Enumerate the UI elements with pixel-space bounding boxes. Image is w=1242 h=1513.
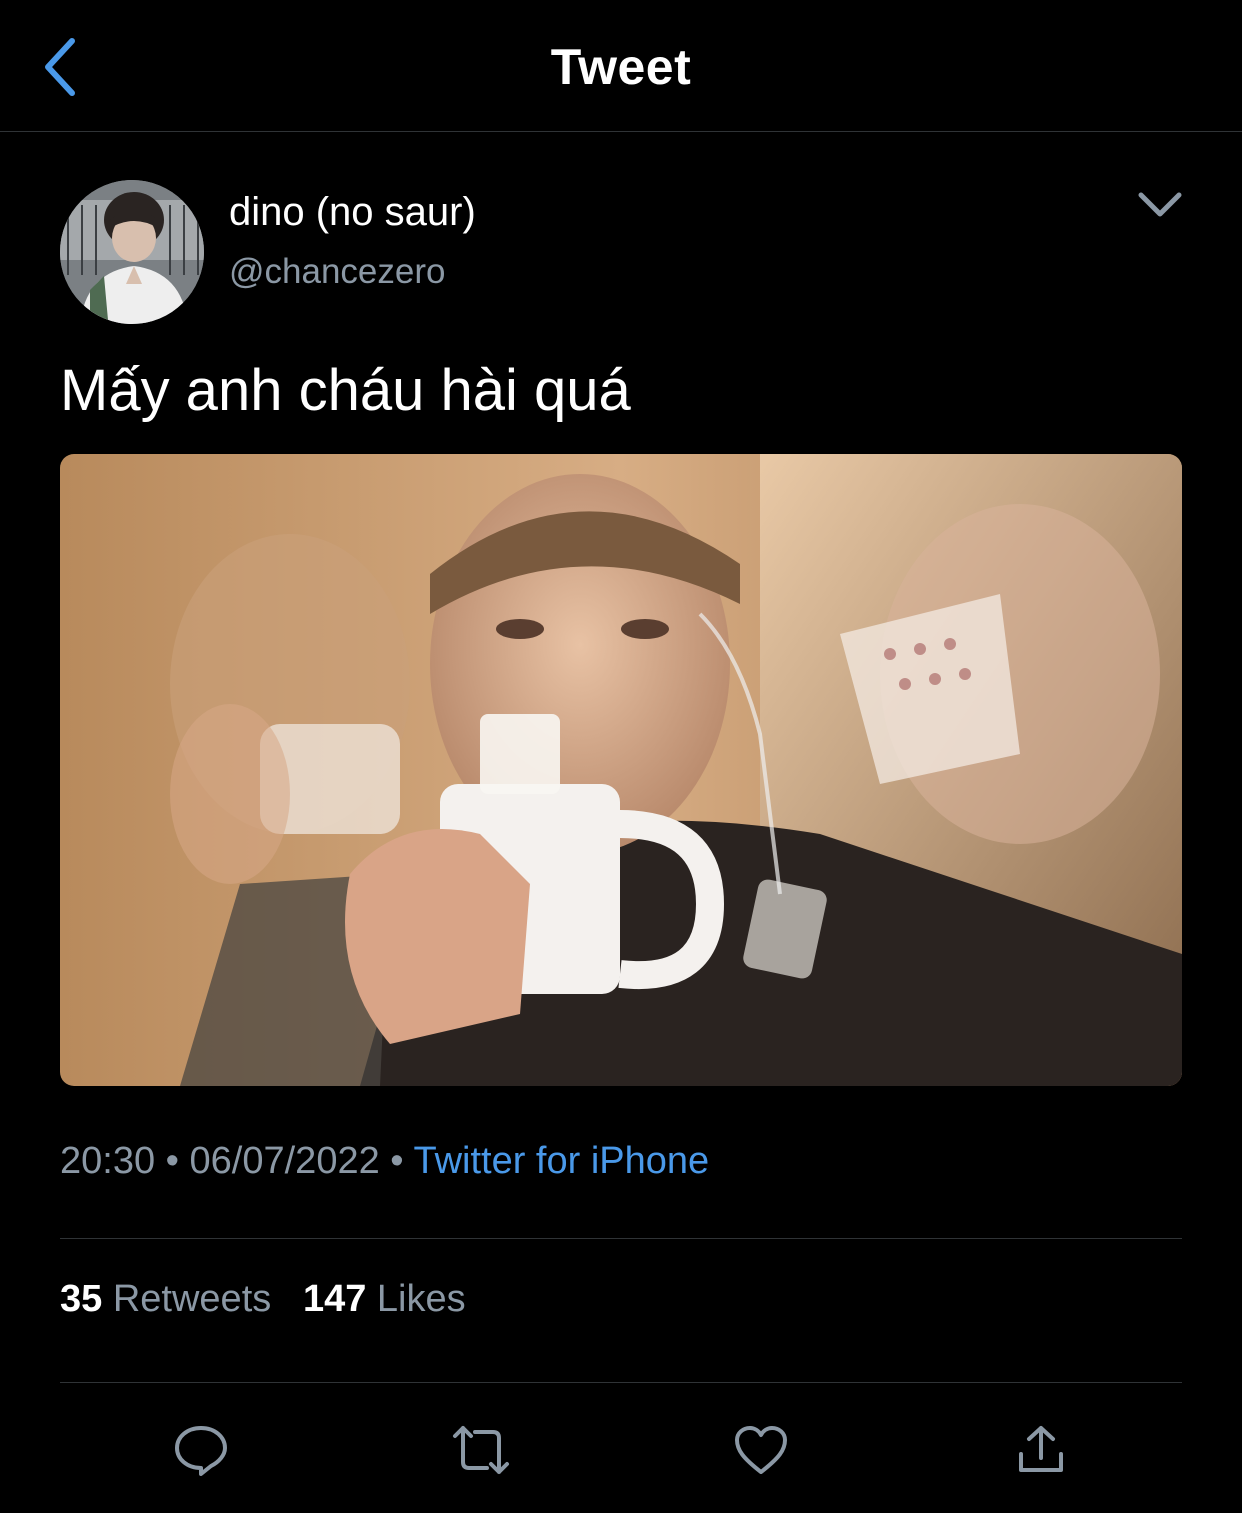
- retweets-count: 35: [60, 1278, 103, 1320]
- share-icon: [1019, 1426, 1063, 1472]
- likes-stat[interactable]: 147 Likes: [303, 1278, 466, 1320]
- tweet-text: Mấy anh cháu hài quá: [60, 358, 631, 423]
- tweet-image[interactable]: [60, 454, 1182, 1086]
- retweet-icon: [453, 1426, 509, 1474]
- more-options-button[interactable]: [1130, 180, 1190, 230]
- retweets-label: Retweets: [112, 1278, 272, 1320]
- meta-separator: •: [165, 1140, 179, 1182]
- meme-collage-image: [60, 454, 1182, 1086]
- tweet-meta: 20:30 • 06/07/2022 • Twitter for iPhone: [60, 1140, 709, 1183]
- display-name[interactable]: dino (no saur): [229, 190, 476, 235]
- heart-icon: [735, 1426, 787, 1474]
- tweet-source-link[interactable]: Twitter for iPhone: [413, 1140, 709, 1182]
- avatar-image: [60, 180, 204, 324]
- chevron-down-icon: [1138, 192, 1182, 217]
- tweet-time: 20:30: [60, 1140, 156, 1182]
- like-button[interactable]: [726, 1415, 796, 1485]
- tweet-date: 06/07/2022: [189, 1140, 380, 1182]
- divider: [60, 1238, 1182, 1239]
- user-handle[interactable]: @chancezero: [229, 252, 445, 292]
- reply-icon: [175, 1426, 227, 1476]
- action-bar: [60, 1400, 1182, 1500]
- meta-separator: •: [390, 1140, 404, 1182]
- likes-label: Likes: [376, 1278, 466, 1320]
- top-bar: Tweet: [0, 0, 1242, 132]
- likes-count: 147: [302, 1278, 367, 1320]
- reply-button[interactable]: [166, 1415, 236, 1485]
- divider: [60, 1382, 1182, 1383]
- retweets-stat[interactable]: 35 Retweets: [60, 1278, 282, 1320]
- avatar[interactable]: [60, 180, 204, 324]
- page-title: Tweet: [550, 39, 692, 95]
- engagement-stats: 35 Retweets 147 Likes: [60, 1278, 466, 1321]
- retweet-button[interactable]: [446, 1415, 516, 1485]
- share-button[interactable]: [1006, 1415, 1076, 1485]
